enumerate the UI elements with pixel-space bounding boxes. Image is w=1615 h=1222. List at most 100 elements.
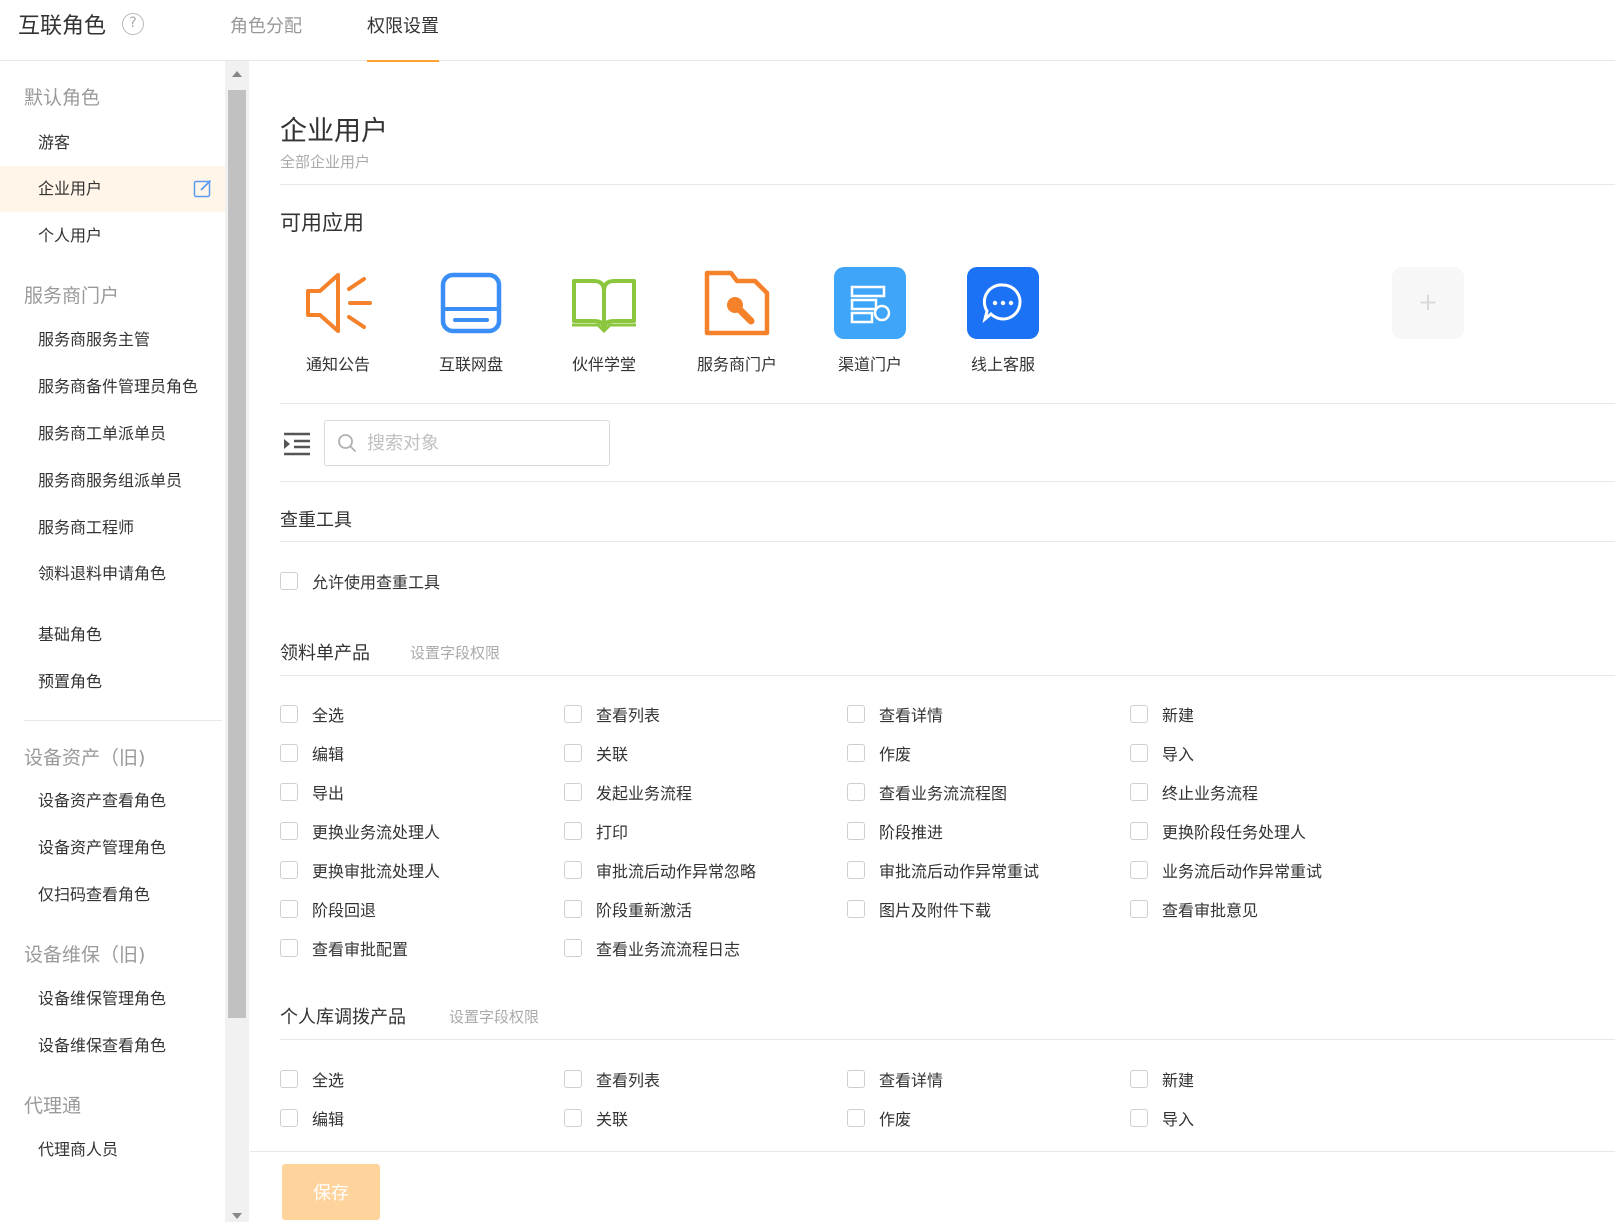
sidebar-item[interactable]: 领料退料申请角色 [0,551,225,597]
checkbox-box[interactable] [564,861,582,879]
checkbox-box[interactable] [1130,1109,1148,1127]
sidebar-item[interactable]: 预置角色 [0,659,225,705]
search-input[interactable] [367,429,597,457]
permission-checkbox[interactable]: 阶段推进 [847,819,943,843]
sidebar-item[interactable]: 服务商备件管理员角色 [0,364,225,410]
permission-checkbox[interactable]: 阶段重新激活 [564,897,692,921]
sidebar-item[interactable]: 仅扫码查看角色 [0,872,225,918]
permission-checkbox[interactable]: 更换审批流处理人 [280,858,440,882]
permission-checkbox[interactable]: 打印 [564,819,628,843]
checkbox-box[interactable] [847,783,865,801]
checkbox-box[interactable] [1130,705,1148,723]
permission-checkbox[interactable]: 关联 [564,741,628,765]
checkbox-box[interactable] [1130,900,1148,918]
checkbox-box[interactable] [564,939,582,957]
permission-checkbox[interactable]: 编辑 [280,741,344,765]
app-notice[interactable]: 通知公告 [278,267,398,375]
sidebar-item-personal-user[interactable]: 个人用户 [0,213,225,259]
set-field-permission-link[interactable]: 设置字段权限 [449,1006,539,1027]
checkbox-box[interactable] [847,861,865,879]
checkbox-box[interactable] [280,705,298,723]
checkbox-box[interactable] [564,900,582,918]
checkbox-box[interactable] [280,900,298,918]
checkbox-box[interactable] [847,705,865,723]
permission-checkbox[interactable]: 查看详情 [847,1067,943,1091]
app-channel-portal[interactable]: 渠道门户 [810,267,930,375]
permission-checkbox[interactable]: 审批流后动作异常重试 [847,858,1039,882]
checkbox-box[interactable] [564,1109,582,1127]
sidebar-item[interactable]: 设备资产查看角色 [0,778,225,824]
sidebar-item-enterprise-user[interactable]: 企业用户 [0,166,225,212]
app-online-support[interactable]: 线上客服 [943,267,1063,375]
checkbox-box[interactable] [280,1109,298,1127]
permission-checkbox[interactable]: 导入 [1130,741,1194,765]
add-app-button[interactable]: + [1392,267,1464,339]
question-circle-icon[interactable]: ? [122,13,144,35]
permission-checkbox[interactable]: 全选 [280,1067,344,1091]
permission-checkbox[interactable]: 查看业务流流程图 [847,780,1007,804]
checkbox-box[interactable] [1130,1070,1148,1088]
permission-checkbox[interactable]: 更换阶段任务处理人 [1130,819,1306,843]
permission-checkbox[interactable]: 编辑 [280,1106,344,1130]
scroll-thumb[interactable] [228,90,246,1018]
allow-dedup-checkbox[interactable]: 允许使用查重工具 [280,569,440,593]
sidebar-scrollbar[interactable] [225,61,249,1222]
checkbox-box[interactable] [847,900,865,918]
permission-checkbox[interactable]: 查看审批配置 [280,936,408,960]
permission-checkbox[interactable]: 新建 [1130,702,1194,726]
checkbox-box[interactable] [280,744,298,762]
checkbox-box[interactable] [280,783,298,801]
permission-checkbox[interactable]: 导出 [280,780,344,804]
checkbox-box[interactable] [564,1070,582,1088]
checkbox-box[interactable] [280,1070,298,1088]
permission-checkbox[interactable]: 新建 [1130,1067,1194,1091]
permission-checkbox[interactable]: 更换业务流处理人 [280,819,440,843]
sidebar-item[interactable]: 代理商人员 [0,1127,225,1173]
permission-checkbox[interactable]: 作废 [847,1106,911,1130]
permission-checkbox[interactable]: 发起业务流程 [564,780,692,804]
sidebar-item-guest[interactable]: 游客 [0,120,225,166]
scroll-up-arrow-icon[interactable] [232,71,242,77]
permission-checkbox[interactable]: 关联 [564,1106,628,1130]
scroll-down-arrow-icon[interactable] [232,1213,242,1219]
permission-checkbox[interactable]: 导入 [1130,1106,1194,1130]
checkbox-box[interactable] [280,939,298,957]
checkbox-box[interactable] [1130,783,1148,801]
permission-checkbox[interactable]: 查看审批意见 [1130,897,1258,921]
permission-checkbox[interactable]: 阶段回退 [280,897,376,921]
sidebar-item[interactable]: 服务商工程师 [0,505,225,551]
permission-checkbox[interactable]: 图片及附件下载 [847,897,991,921]
sidebar-item[interactable]: 服务商服务组派单员 [0,458,225,504]
app-partner-academy[interactable]: 伙伴学堂 [544,267,664,375]
checkbox-box[interactable] [564,822,582,840]
checkbox-box[interactable] [847,1109,865,1127]
permission-checkbox[interactable]: 业务流后动作异常重试 [1130,858,1322,882]
sidebar-item[interactable]: 设备资产管理角色 [0,825,225,871]
tab-role-assignment[interactable]: 角色分配 [230,12,302,61]
app-cloud-drive[interactable]: 互联网盘 [411,267,531,375]
checkbox-box[interactable] [564,783,582,801]
checkbox-box[interactable] [280,861,298,879]
permission-checkbox[interactable]: 查看详情 [847,702,943,726]
edit-icon[interactable] [193,178,213,198]
checkbox-box[interactable] [847,1070,865,1088]
sidebar-item[interactable]: 服务商服务主管 [0,317,225,363]
checkbox-box[interactable] [1130,861,1148,879]
checkbox-box[interactable] [564,705,582,723]
collapse-menu-icon[interactable] [282,431,312,457]
permission-checkbox[interactable]: 终止业务流程 [1130,780,1258,804]
permission-checkbox[interactable]: 查看业务流流程日志 [564,936,740,960]
checkbox-box[interactable] [280,822,298,840]
checkbox-box[interactable] [564,744,582,762]
sidebar-item[interactable]: 服务商工单派单员 [0,411,225,457]
checkbox-box[interactable] [1130,744,1148,762]
permission-checkbox[interactable]: 查看列表 [564,702,660,726]
permission-checkbox[interactable]: 审批流后动作异常忽略 [564,858,756,882]
sidebar-item[interactable]: 设备维保查看角色 [0,1023,225,1069]
checkbox-box[interactable] [847,822,865,840]
sidebar-item[interactable]: 基础角色 [0,612,225,658]
checkbox-box[interactable] [280,572,298,590]
checkbox-box[interactable] [1130,822,1148,840]
app-provider-portal[interactable]: 服务商门户 [677,267,797,375]
set-field-permission-link[interactable]: 设置字段权限 [410,642,500,663]
